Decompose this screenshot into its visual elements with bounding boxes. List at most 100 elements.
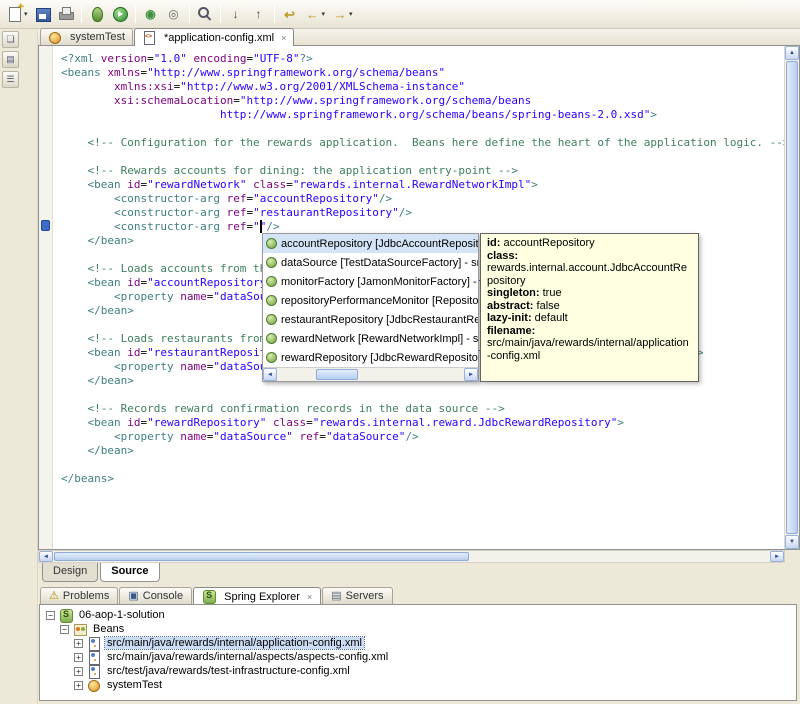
code-line[interactable]: <constructor-arg ref="accountRepository"… bbox=[61, 192, 784, 206]
editor-tab-systemtest[interactable]: systemTest bbox=[40, 28, 134, 45]
completion-item[interactable]: dataSource [TestDataSourceFactory] - src… bbox=[263, 253, 478, 272]
code-line[interactable]: </bean> bbox=[61, 444, 784, 458]
scroll-left-icon[interactable]: ◄ bbox=[263, 368, 277, 381]
code-line[interactable]: http://www.springframework.org/schema/be… bbox=[61, 108, 784, 122]
tree-item-src-main-java-rewards-internal-aspects-a[interactable]: + src/main/java/rewards/internal/aspects/… bbox=[40, 650, 796, 665]
bean-icon bbox=[266, 352, 277, 363]
tree-item-src-main-java-rewards-internal-applicati[interactable]: + src/main/java/rewards/internal/applicat… bbox=[40, 636, 796, 651]
vertical-scroll-track[interactable] bbox=[786, 61, 798, 534]
completion-item[interactable]: monitorFactory [JamonMonitorFactory] - s… bbox=[263, 272, 478, 291]
restore-views-button[interactable]: ❏ bbox=[2, 31, 19, 48]
debug-button[interactable] bbox=[86, 3, 108, 25]
dropdown-arrow-icon[interactable]: ▾ bbox=[349, 10, 353, 18]
content-assist-scrollbar[interactable]: ◄ ► bbox=[263, 367, 478, 381]
content-assist-scroll-track[interactable] bbox=[278, 369, 463, 380]
code-line[interactable] bbox=[61, 122, 784, 136]
forward-button[interactable]: → ▾ bbox=[329, 3, 356, 25]
close-icon[interactable]: × bbox=[281, 33, 286, 43]
tooltip-field-value: rewards.internal.account.JdbcAccountRepo… bbox=[487, 262, 687, 287]
editor-tab-bar: systemTest *application-config.xml × bbox=[38, 28, 800, 46]
expand-icon[interactable]: + bbox=[74, 638, 83, 648]
view-tab-spring-explorer[interactable]: Spring Explorer × bbox=[193, 587, 322, 605]
run-button[interactable] bbox=[109, 3, 131, 25]
collapse-icon[interactable]: − bbox=[60, 624, 69, 634]
completion-item[interactable]: accountRepository [JdbcAccountRepository… bbox=[263, 234, 478, 253]
search-button[interactable] bbox=[194, 3, 216, 25]
completion-item[interactable]: rewardRepository [JdbcRewardRepository] … bbox=[263, 348, 478, 367]
new-java-class-button[interactable]: ◉ bbox=[140, 3, 162, 25]
forward-icon: → bbox=[333, 6, 347, 22]
scroll-left-icon[interactable]: ◄ bbox=[39, 551, 53, 562]
bottom-view-panel: ⚠Problems▣ConsoleSpring Explorer×▤Server… bbox=[38, 586, 800, 704]
completion-item[interactable]: restaurantRepository [JdbcRestaurantRepo… bbox=[263, 310, 478, 329]
code-line[interactable]: <constructor-arg ref=""/> bbox=[61, 220, 784, 234]
completion-item-label: monitorFactory [JamonMonitorFactory] - s… bbox=[281, 275, 478, 288]
code-line[interactable]: <property name="dataSource" ref="dataSou… bbox=[61, 430, 784, 444]
expand-icon[interactable]: + bbox=[74, 680, 83, 690]
problems-icon: ⚠ bbox=[49, 589, 59, 602]
code-line[interactable]: <!-- Configuration for the rewards appli… bbox=[61, 136, 784, 150]
horizontal-scroll-thumb[interactable] bbox=[54, 552, 469, 561]
tree-item-systemtest[interactable]: + systemTest bbox=[40, 678, 796, 692]
code-line[interactable]: <?xml version="1.0" encoding="UTF-8"?> bbox=[61, 52, 784, 66]
back-button[interactable]: ← ▾ bbox=[302, 3, 329, 25]
code-line[interactable]: <bean id="rewardNetwork" class="rewards.… bbox=[61, 178, 784, 192]
page-tab-design[interactable]: Design bbox=[42, 563, 99, 582]
new-wizard-button[interactable]: ▾ bbox=[4, 2, 31, 25]
content-assist-scroll-thumb[interactable] bbox=[316, 369, 358, 380]
page-tab-source[interactable]: Source bbox=[100, 563, 160, 582]
close-icon[interactable]: × bbox=[307, 592, 312, 602]
expand-icon[interactable]: + bbox=[74, 666, 83, 676]
expand-icon[interactable]: + bbox=[74, 652, 83, 662]
code-line[interactable]: </beans> bbox=[61, 472, 784, 486]
tree-item-06-aop-1-solution[interactable]: − 06-aop-1-solution bbox=[40, 608, 796, 623]
view-tab-label: Console bbox=[142, 590, 184, 602]
scroll-down-icon[interactable]: ▼ bbox=[785, 535, 799, 549]
completion-item[interactable]: rewardNetwork [RewardNetworkImpl] - src/… bbox=[263, 329, 478, 348]
completion-item-label: rewardRepository [JdbcRewardRepository] … bbox=[281, 351, 478, 364]
horizontal-scroll-track[interactable] bbox=[54, 552, 769, 561]
package-explorer-fast-view-button[interactable]: ▤ bbox=[2, 51, 19, 68]
code-line[interactable]: xmlns:xsi="http://www.w3.org/2001/XMLSch… bbox=[61, 80, 784, 94]
code-line[interactable]: <bean id="rewardRepository" class="rewar… bbox=[61, 416, 784, 430]
bean-icon bbox=[87, 679, 101, 692]
tree-item-src-test-java-rewards-test-infrastructur[interactable]: + src/test/java/rewards/test-infrastructu… bbox=[40, 664, 796, 679]
dropdown-arrow-icon[interactable]: ▾ bbox=[322, 10, 326, 18]
completion-item-label: restaurantRepository [JdbcRestaurantRepo… bbox=[281, 313, 478, 326]
dropdown-arrow-icon[interactable]: ▾ bbox=[24, 10, 28, 18]
code-line[interactable]: <!-- Rewards accounts for dining: the ap… bbox=[61, 164, 784, 178]
save-button[interactable] bbox=[32, 3, 54, 25]
editor-vertical-scrollbar[interactable]: ▲ ▼ bbox=[784, 46, 799, 549]
last-edit-location-icon: ↩ bbox=[284, 6, 295, 22]
tree-item-beans[interactable]: − Beans bbox=[40, 622, 796, 636]
view-tab-console[interactable]: ▣ Console bbox=[119, 587, 193, 604]
config-file-icon bbox=[87, 664, 101, 679]
code-line[interactable] bbox=[61, 150, 784, 164]
code-line[interactable]: <!-- Records reward confirmation records… bbox=[61, 402, 784, 416]
vertical-scroll-thumb[interactable] bbox=[786, 61, 798, 534]
editor-tab--application-config-xml[interactable]: *application-config.xml × bbox=[134, 28, 295, 46]
scroll-up-icon[interactable]: ▲ bbox=[785, 46, 799, 60]
open-type-button[interactable]: ◎ bbox=[163, 3, 185, 25]
tooltip-field: filename: src/main/java/rewards/internal… bbox=[487, 324, 689, 362]
editor-horizontal-scrollbar[interactable]: ◄ ► bbox=[38, 550, 785, 563]
code-line[interactable]: <constructor-arg ref="restaurantReposito… bbox=[61, 206, 784, 220]
code-line[interactable] bbox=[61, 388, 784, 402]
print-button[interactable] bbox=[55, 3, 77, 25]
previous-annotation-button[interactable]: ↑ bbox=[248, 3, 270, 25]
scroll-right-icon[interactable]: ► bbox=[464, 368, 478, 381]
view-tab-servers[interactable]: ▤ Servers bbox=[322, 587, 393, 604]
scroll-right-icon[interactable]: ► bbox=[770, 551, 784, 562]
code-line[interactable] bbox=[61, 458, 784, 472]
next-annotation-button[interactable]: ↓ bbox=[225, 3, 247, 25]
annotation-ruler[interactable] bbox=[39, 46, 53, 549]
code-line[interactable]: <beans xmlns="http://www.springframework… bbox=[61, 66, 784, 80]
last-edit-location-button[interactable]: ↩ bbox=[279, 3, 301, 25]
view-tab-problems[interactable]: ⚠ Problems bbox=[40, 587, 119, 604]
code-line[interactable]: xsi:schemaLocation="http://www.springfra… bbox=[61, 94, 784, 108]
new-java-class-icon: ◉ bbox=[145, 7, 156, 21]
collapse-icon[interactable]: − bbox=[46, 610, 55, 620]
outline-fast-view-button[interactable]: ☰ bbox=[2, 71, 19, 88]
completion-item[interactable]: repositoryPerformanceMonitor [Repository… bbox=[263, 291, 478, 310]
bean-icon bbox=[266, 238, 277, 249]
